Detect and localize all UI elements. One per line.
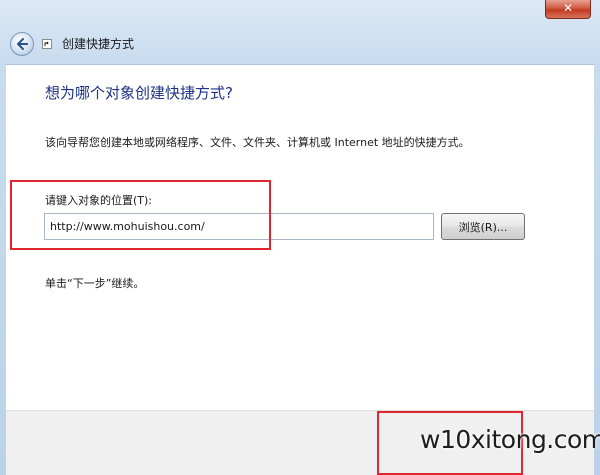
navigation-bar: 创建快捷方式: [0, 26, 600, 64]
wizard-title: 创建快捷方式: [62, 37, 135, 51]
page-heading: 想为哪个对象创建快捷方式?: [45, 84, 233, 102]
close-icon[interactable]: ✕: [563, 1, 573, 15]
close-button[interactable]: ✕: [545, 0, 591, 19]
browse-button[interactable]: 浏览(R)...: [441, 213, 525, 240]
create-shortcut-window: ✕ 创建快捷方式 想为哪个对象创建快捷方式? 该向导帮您创建本地或网络程序、文件…: [0, 0, 600, 475]
continue-instruction: 单击“下一步”继续。: [45, 277, 145, 290]
shortcut-icon: [42, 39, 52, 49]
back-arrow-icon[interactable]: [15, 37, 29, 51]
wizard-description: 该向导帮您创建本地或网络程序、文件、文件夹、计算机或 Internet 地址的快…: [45, 136, 470, 149]
watermark: w10xitong.com: [420, 425, 600, 454]
highlight-box-location: [10, 180, 271, 250]
back-button[interactable]: [10, 32, 34, 56]
